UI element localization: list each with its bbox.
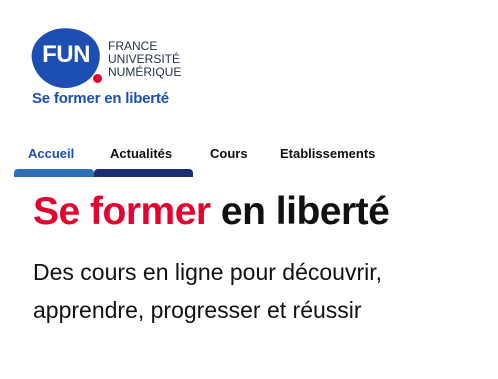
nav-item-etablissements[interactable]: Etablissements [280,146,375,176]
hero-subtitle: Des cours en ligne pour découvrir, appre… [33,253,473,329]
logo-org-name: FRANCE UNIVERSITÉ NUMÉRIQUE [108,40,181,79]
hero-subtitle-line: Des cours en ligne pour découvrir, [33,259,383,285]
hero-title-accent: Se former [33,190,211,233]
fun-logo[interactable]: FUN FRANCE UNIVERSITÉ NUMÉRIQUE Se forme… [28,23,202,114]
nav-active-indicator [14,169,94,177]
hero-title: Se former en liberté [33,190,390,234]
logo-dot-icon [93,74,102,83]
nav-item-label: Actualités [110,146,173,161]
nav-item-label: Etablissements [280,146,376,161]
nav-item-label: Cours [210,146,248,161]
nav-item-cours[interactable]: Cours [210,146,248,176]
logo-org-line: NUMÉRIQUE [108,65,182,79]
hero-subtitle-line: apprendre, progresser et réussir [33,297,362,323]
nav-item-label: Accueil [28,146,75,161]
logo-brand-text: FUN [42,41,90,68]
nav-item-actualites[interactable]: Actualités [110,146,172,176]
hero-title-rest: en liberté [220,190,390,233]
logo-tagline: Se former en liberté [32,90,169,107]
